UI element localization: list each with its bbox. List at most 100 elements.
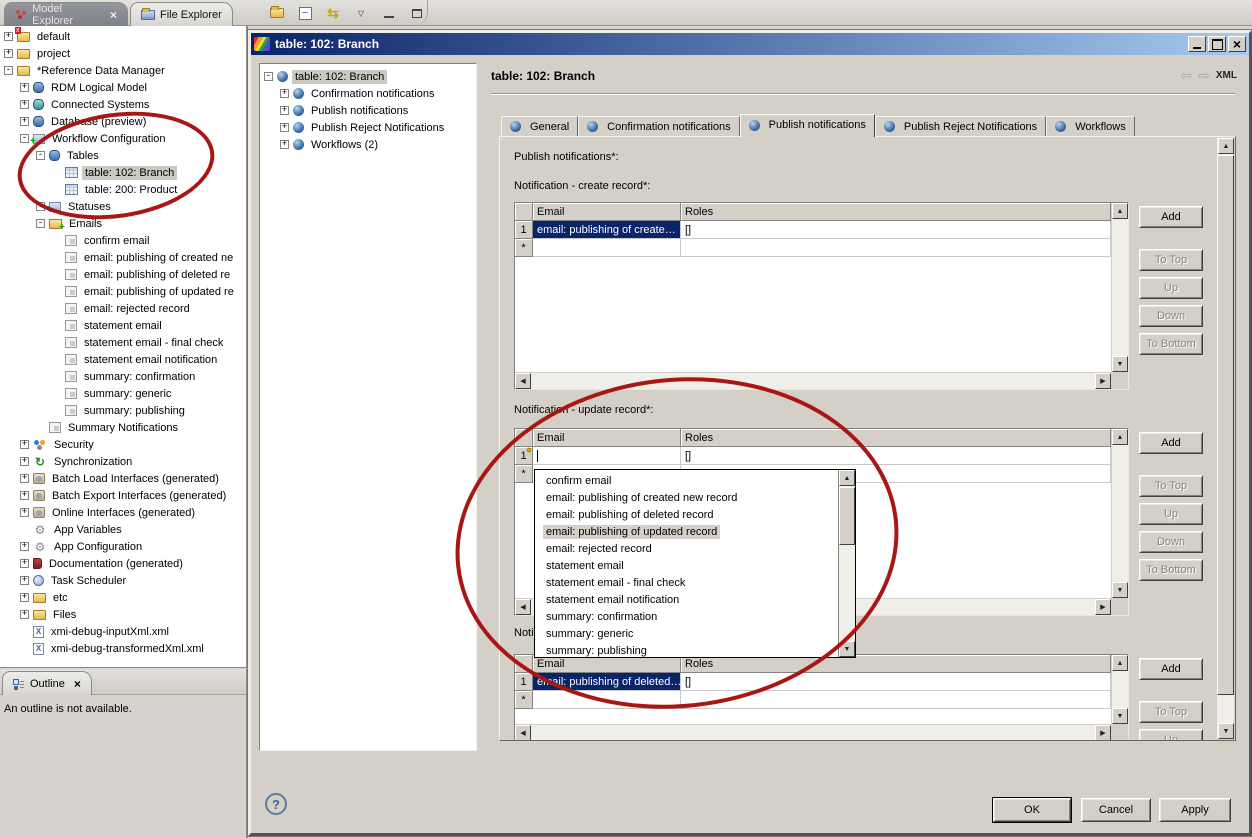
collapse-icon[interactable]: - [4,66,13,75]
tree-item[interactable]: +etc [0,589,246,606]
email-cell[interactable]: email: publishing of create… [533,221,681,239]
help-button[interactable]: ? [265,793,287,815]
expand-icon[interactable]: + [280,123,289,132]
tree-item[interactable]: +App Configuration [0,538,246,555]
tab-workflows[interactable]: Workflows [1046,116,1135,136]
expand-icon[interactable]: + [36,202,45,211]
dialog-titlebar[interactable]: table: 102: Branch [251,33,1249,55]
minimize-icon[interactable] [380,4,398,22]
scroll-down-icon[interactable]: ▼ [1112,582,1128,598]
tab-model-explorer[interactable]: Model Explorer × [4,2,128,26]
add-button-2[interactable]: Add [1139,432,1203,454]
tree-item[interactable]: statement email notification [0,351,246,368]
close-icon[interactable]: × [110,8,117,22]
email-cell[interactable]: email: publishing of deleted… [533,673,681,691]
tree-item[interactable]: +Connected Systems [0,96,246,113]
dropdown-item[interactable]: statement email notification [535,591,838,608]
tree-item[interactable]: email: rejected record [0,300,246,317]
link-with-editor-icon[interactable]: ⇆ [324,4,342,22]
roles-cell[interactable]: [] [681,673,1111,691]
dropdown-item[interactable]: email: publishing of updated record [535,523,838,540]
scroll-right-icon[interactable]: ▶ [1095,599,1111,615]
scroll-left-icon[interactable]: ◀ [515,599,531,615]
minimize-icon[interactable] [1188,36,1206,52]
tree-item[interactable]: +RDM Logical Model [0,79,246,96]
tree-item[interactable]: xmi-debug-inputXml.xml [0,623,246,640]
scroll-up-icon[interactable]: ▲ [1218,138,1234,154]
tab-publish-reject-notifications[interactable]: Publish Reject Notifications [875,116,1046,136]
table-row[interactable]: 1[] [515,447,1111,465]
scroll-left-icon[interactable]: ◀ [515,725,531,741]
to-top-button-3[interactable]: To Top [1139,701,1203,723]
tree-item[interactable]: +Online Interfaces (generated) [0,504,246,521]
xml-button[interactable]: XML [1216,70,1237,81]
table-row[interactable]: * [515,691,1111,709]
table-row[interactable]: * [515,239,1111,257]
dropdown-item[interactable]: summary: confirmation [535,608,838,625]
back-icon[interactable]: ⇦ [1180,67,1192,84]
tree-item[interactable]: email: publishing of deleted re [0,266,246,283]
scrollbar-thumb[interactable] [1217,155,1234,695]
tree-item[interactable]: -Tables [0,147,246,164]
dropdown-item[interactable]: statement email - final check [535,574,838,591]
tree-item[interactable]: confirm email [0,232,246,249]
tab-publish-notifications[interactable]: Publish notifications [740,114,875,137]
tree-item[interactable]: +Batch Export Interfaces (generated) [0,487,246,504]
table-row[interactable]: 1email: publishing of create…[] [515,221,1111,239]
dropdown-item[interactable]: summary: generic [535,625,838,642]
down-button-2[interactable]: Down [1139,531,1203,553]
down-button-1[interactable]: Down [1139,305,1203,327]
dropdown-scrollbar[interactable]: ▲▼ [838,470,855,657]
tab-confirmation-notifications[interactable]: Confirmation notifications [578,116,740,136]
scroll-up-icon[interactable]: ▲ [839,470,855,486]
cancel-button[interactable]: Cancel [1081,798,1151,822]
forward-icon[interactable]: ⇨ [1198,67,1210,84]
tree-item[interactable]: -Emails [0,215,246,232]
scroll-up-icon[interactable]: ▲ [1112,429,1128,445]
email-cell[interactable] [533,239,681,257]
tree-item[interactable]: -Workflow Configuration [0,130,246,147]
to-top-button-2[interactable]: To Top [1139,475,1203,497]
tree-item[interactable]: +Synchronization [0,453,246,470]
expand-icon[interactable]: + [4,49,13,58]
tree-item[interactable]: table: 200: Product [0,181,246,198]
tree-item[interactable]: +Files [0,606,246,623]
dialog-tree-item[interactable]: +Confirmation notifications [260,85,476,102]
collapse-all-icon[interactable]: − [296,4,314,22]
expand-icon[interactable]: + [280,106,289,115]
tree-item[interactable]: +Statuses [0,198,246,215]
expand-icon[interactable]: + [20,83,29,92]
apply-button[interactable]: Apply [1159,798,1231,822]
scrollbar-thumb[interactable] [839,487,855,545]
roles-cell[interactable] [681,239,1111,257]
scroll-left-icon[interactable]: ◀ [515,373,531,389]
expand-icon[interactable]: + [20,559,29,568]
scroll-down-icon[interactable]: ▼ [1112,356,1128,372]
table-vscrollbar[interactable]: ▲▼ [1111,429,1128,598]
tree-item[interactable]: summary: confirmation [0,368,246,385]
tree-item[interactable]: summary: generic [0,385,246,402]
column-header-roles[interactable]: Roles [681,429,1111,447]
dropdown-item[interactable]: confirm email [535,472,838,489]
up-button-2[interactable]: Up [1139,503,1203,525]
expand-icon[interactable]: + [20,100,29,109]
close-icon[interactable]: × [74,677,81,691]
collapse-icon[interactable]: - [20,134,29,143]
expand-icon[interactable]: + [20,491,29,500]
table-vscrollbar[interactable]: ▲▼ [1111,655,1128,724]
tab-file-explorer[interactable]: File Explorer [130,2,233,26]
open-folder-icon[interactable] [268,4,286,22]
expand-icon[interactable]: + [280,89,289,98]
tree-item[interactable]: +project [0,45,246,62]
panel-scrollbar[interactable]: ▲ ▼ [1217,138,1234,739]
add-button-3[interactable]: Add [1139,658,1203,680]
tree-item[interactable]: email: publishing of created ne [0,249,246,266]
tree-item[interactable]: email: publishing of updated re [0,283,246,300]
dialog-tree-item[interactable]: +Workflows (2) [260,136,476,153]
tree-item[interactable]: table: 102: Branch [0,164,246,181]
expand-icon[interactable]: + [20,440,29,449]
dropdown-item[interactable]: statement email [535,557,838,574]
tree-item[interactable]: +Task Scheduler [0,572,246,589]
expand-icon[interactable]: + [20,593,29,602]
table-hscrollbar[interactable]: ◀▶ [515,724,1111,741]
